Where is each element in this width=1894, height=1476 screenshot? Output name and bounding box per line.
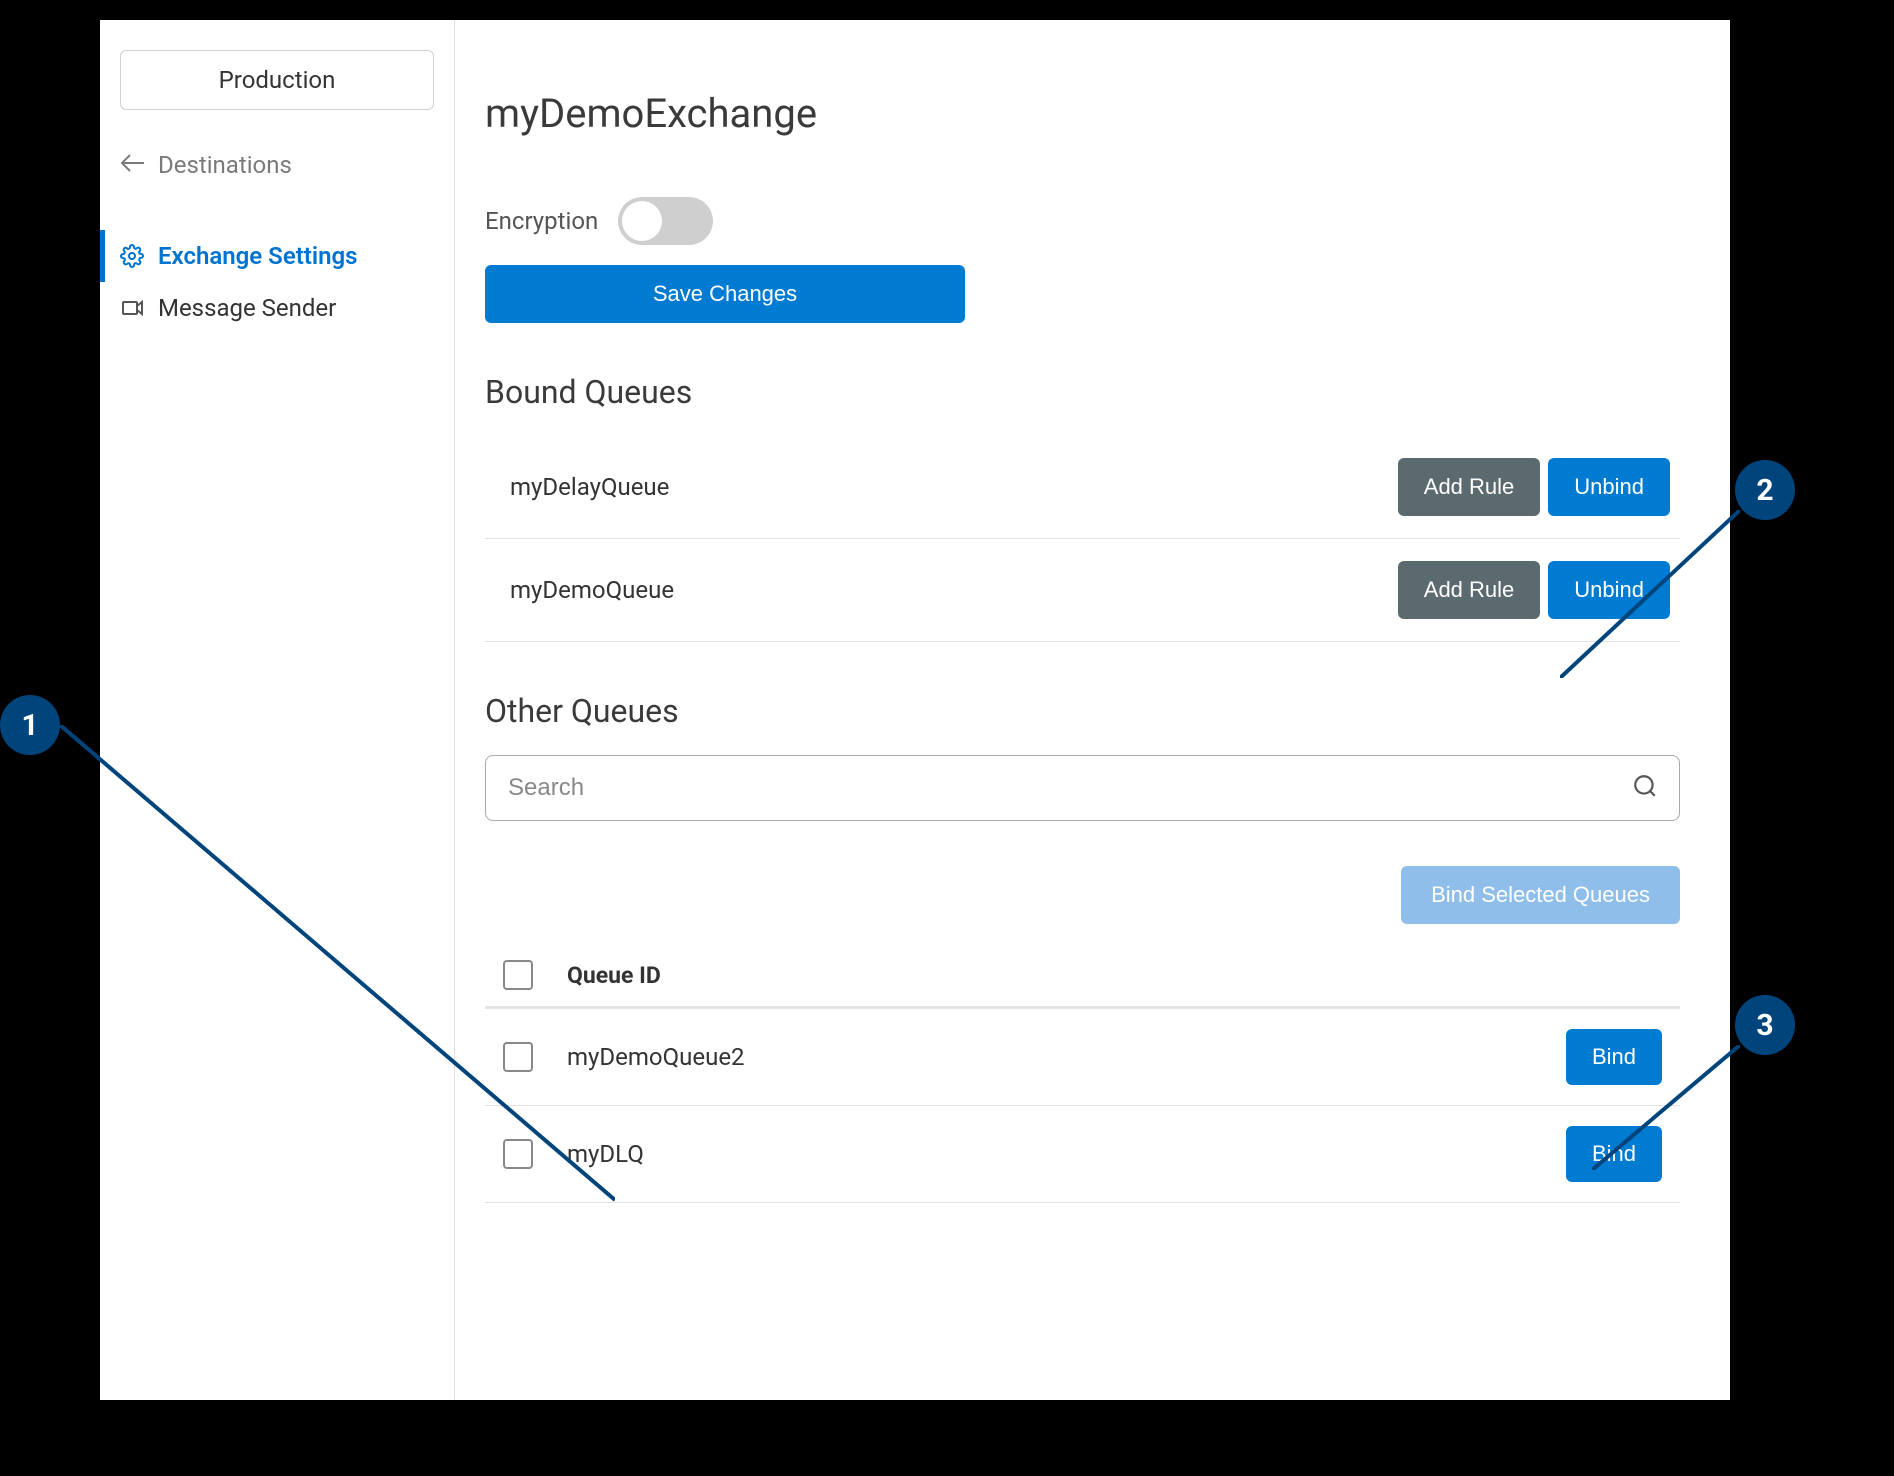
bind-button[interactable]: Bind <box>1566 1029 1662 1085</box>
queue-checkbox[interactable] <box>503 1139 533 1169</box>
send-icon <box>120 296 144 320</box>
toggle-knob <box>622 201 662 241</box>
sidebar: Production Destinations Exchange Setting… <box>100 20 455 1400</box>
queue-row: myDLQ Bind <box>485 1106 1680 1203</box>
nav-exchange-settings[interactable]: Exchange Settings <box>120 230 434 282</box>
bound-queues-title: Bound Queues <box>485 373 1680 411</box>
add-rule-button[interactable]: Add Rule <box>1398 458 1541 516</box>
bound-queue-actions: Add Rule Unbind <box>1398 458 1670 516</box>
bound-queue-actions: Add Rule Unbind <box>1398 561 1670 619</box>
search-input[interactable] <box>485 755 1680 821</box>
bind-selected-button[interactable]: Bind Selected Queues <box>1401 866 1680 924</box>
bound-queue-row: myDelayQueue Add Rule Unbind <box>485 436 1680 539</box>
bind-selected-row: Bind Selected Queues <box>485 866 1680 924</box>
gear-icon <box>120 244 144 268</box>
callout-3: 3 <box>1735 995 1795 1055</box>
encryption-label: Encryption <box>485 207 598 235</box>
queue-table-header: Queue ID <box>485 952 1680 1009</box>
bound-queue-name: myDemoQueue <box>510 576 674 604</box>
environment-label: Production <box>219 66 336 94</box>
encryption-toggle[interactable] <box>618 197 713 245</box>
bound-queue-row: myDemoQueue Add Rule Unbind <box>485 539 1680 642</box>
save-changes-button[interactable]: Save Changes <box>485 265 965 323</box>
app-container: Production Destinations Exchange Setting… <box>100 20 1730 1400</box>
search-icon <box>1632 773 1658 803</box>
other-queues-section: Other Queues Bind Selected Queues Queue … <box>485 692 1680 1203</box>
unbind-button[interactable]: Unbind <box>1548 561 1670 619</box>
search-container <box>485 755 1680 821</box>
queue-checkbox[interactable] <box>503 1042 533 1072</box>
encryption-row: Encryption <box>485 197 1680 245</box>
queue-row: myDemoQueue2 Bind <box>485 1009 1680 1106</box>
environment-dropdown[interactable]: Production <box>120 50 434 110</box>
unbind-button[interactable]: Unbind <box>1548 458 1670 516</box>
callout-2: 2 <box>1735 460 1795 520</box>
add-rule-button[interactable]: Add Rule <box>1398 561 1541 619</box>
select-all-checkbox[interactable] <box>503 960 533 990</box>
queue-name: myDLQ <box>567 1140 1532 1168</box>
other-queues-title: Other Queues <box>485 692 1680 730</box>
arrow-left-icon <box>120 150 146 180</box>
nav-message-sender[interactable]: Message Sender <box>120 282 434 334</box>
queue-id-column-header: Queue ID <box>567 962 661 989</box>
queue-name: myDemoQueue2 <box>567 1043 1532 1071</box>
bound-queue-name: myDelayQueue <box>510 473 669 501</box>
nav-label: Message Sender <box>158 294 336 322</box>
page-title: myDemoExchange <box>485 90 1680 137</box>
breadcrumb-label: Destinations <box>158 151 292 179</box>
nav-label: Exchange Settings <box>158 242 358 270</box>
bind-button[interactable]: Bind <box>1566 1126 1662 1182</box>
breadcrumb-back[interactable]: Destinations <box>120 150 434 180</box>
callout-1: 1 <box>0 695 60 755</box>
main-content: myDemoExchange Encryption Save Changes B… <box>455 20 1730 1400</box>
